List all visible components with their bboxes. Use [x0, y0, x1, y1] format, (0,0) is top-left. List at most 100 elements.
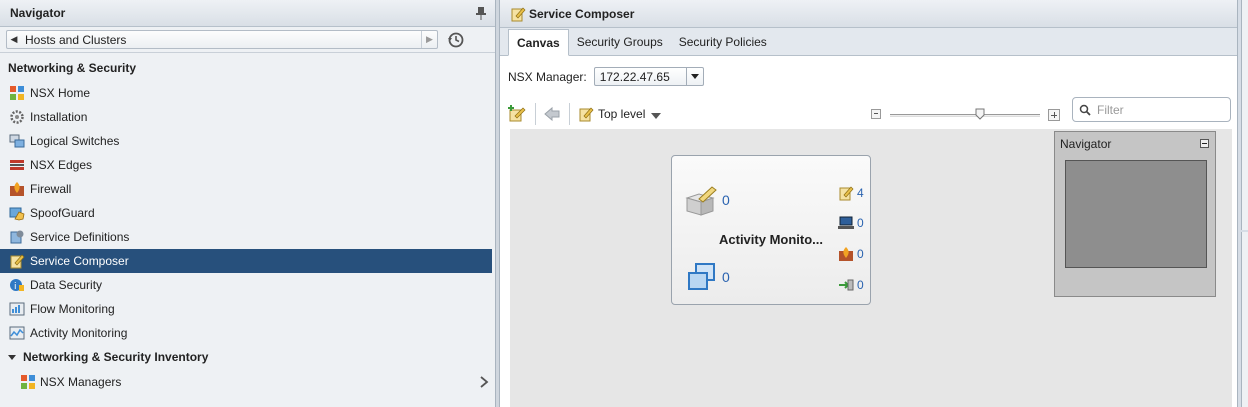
inventory-group-toggle[interactable]: Networking & Security Inventory [0, 345, 495, 369]
endpoint-icon [838, 216, 854, 229]
sidebar-item-nsx-edges[interactable]: NSX Edges [0, 153, 495, 177]
dropdown-arrow-icon[interactable] [685, 68, 703, 85]
sidebar-item-label: Service Composer [30, 254, 129, 268]
sidebar-item-label: Installation [30, 110, 88, 124]
canvas-navigator: Navigator [1054, 131, 1216, 297]
service-composer-icon [511, 6, 526, 21]
breadcrumb[interactable]: ◀ Hosts and Clusters ▶ [6, 30, 438, 49]
back-arrow-icon[interactable]: ◀ [7, 34, 21, 45]
top-level-dropdown[interactable]: Top level [578, 102, 662, 126]
zoom-slider-thumb[interactable] [975, 108, 985, 120]
nsx-manager-select[interactable]: 172.22.47.65 [593, 67, 704, 86]
sidebar-item-label: Activity Monitoring [30, 326, 128, 340]
sidebar-item-label: SpoofGuard [30, 206, 95, 220]
service-composer-panel: Service Composer Canvas Security Groups … [499, 0, 1238, 407]
sidebar-item-label: Logical Switches [30, 134, 120, 148]
guest-introspection-count[interactable]: 4 [857, 186, 864, 200]
svg-text:i: i [14, 282, 17, 292]
canvas-toolbar: Top level [508, 97, 1231, 126]
chevron-down-icon[interactable] [651, 112, 662, 119]
sidebar-item-firewall[interactable]: Firewall [0, 177, 495, 201]
toolbar-separator [569, 103, 570, 125]
collapse-icon[interactable] [1200, 139, 1209, 148]
tabs-bar: Canvas Security Groups Security Policies [500, 28, 1237, 56]
add-policy-icon[interactable] [508, 105, 526, 123]
sidebar-item-label: Service Definitions [30, 230, 130, 244]
flow-monitoring-icon [9, 302, 25, 316]
sidebar-item-label: Flow Monitoring [30, 302, 115, 316]
sidebar-item-label: Data Security [30, 278, 103, 292]
firewall-icon [10, 182, 24, 196]
pin-icon[interactable] [475, 6, 487, 20]
security-policy-icon[interactable] [685, 186, 717, 216]
canvas-navigator-viewport[interactable] [1065, 160, 1207, 268]
breadcrumb-row: ◀ Hosts and Clusters ▶ [0, 27, 495, 53]
guest-introspection-icon [839, 186, 854, 201]
section-title: Networking & Security [8, 61, 137, 75]
inventory-group-label: Networking & Security Inventory [23, 350, 209, 364]
spoofguard-icon [9, 207, 25, 221]
sidebar-item-label: NSX Home [30, 86, 91, 100]
service-composer-icon [10, 254, 25, 269]
nsx-manager-label: NSX Manager: [508, 69, 587, 84]
network-introspection-count[interactable]: 0 [857, 278, 864, 292]
sidebar-item-data-security[interactable]: i Data Security [0, 273, 495, 297]
logical-switch-icon [9, 134, 25, 148]
right-panel-top [1241, 0, 1248, 230]
chevron-right-icon[interactable] [479, 375, 489, 389]
history-icon[interactable] [447, 31, 465, 49]
sidebar-item-label: NSX Managers [40, 375, 122, 389]
sidebar-item-flow-monitoring[interactable]: Flow Monitoring [0, 297, 495, 321]
canvas-navigator-title: Navigator [1060, 137, 1112, 151]
policies-count[interactable]: 0 [722, 192, 730, 208]
sidebar-item-service-definitions[interactable]: Service Definitions [0, 225, 495, 249]
navigator-panel: Navigator ◀ Hosts and Clusters ▶ Network… [0, 0, 496, 407]
right-panel-bottom [1241, 232, 1248, 407]
firewall-count[interactable]: 0 [857, 247, 864, 261]
tab-canvas[interactable]: Canvas [508, 29, 569, 56]
tab-security-groups[interactable]: Security Groups [569, 29, 671, 55]
sidebar-item-label: Firewall [30, 182, 72, 196]
zoom-in-button[interactable] [1048, 109, 1060, 121]
page-title: Service Composer [529, 6, 635, 21]
right-panel-edge [1238, 0, 1248, 407]
firewall-icon [839, 247, 853, 261]
nsx-manager-row: NSX Manager: 172.22.47.65 [508, 67, 704, 86]
top-level-label: Top level [598, 107, 646, 121]
toolbar-separator [535, 103, 536, 125]
zoom-out-button[interactable] [871, 109, 881, 119]
sidebar-item-nsx-home[interactable]: NSX Home [0, 81, 495, 105]
nsx-managers-icon [21, 375, 35, 389]
filter-input[interactable] [1097, 102, 1222, 117]
sidebar-item-activity-monitoring[interactable]: Activity Monitoring [0, 321, 495, 345]
forward-arrow-icon[interactable]: ▶ [421, 31, 437, 48]
nsx-home-icon [10, 86, 24, 100]
sidebar-item-installation[interactable]: Installation [0, 105, 495, 129]
navigator-header: Navigator [0, 0, 495, 27]
navigator-title: Navigator [10, 6, 66, 20]
service-definitions-icon [10, 230, 24, 244]
groups-count[interactable]: 0 [722, 269, 730, 285]
zoom-slider-track[interactable] [890, 114, 1040, 117]
activity-monitoring-icon [9, 326, 25, 340]
service-composer-icon [579, 107, 594, 122]
sidebar-item-service-composer[interactable]: Service Composer [0, 249, 492, 273]
sidebar-item-nsx-managers[interactable]: NSX Managers [0, 369, 495, 395]
nsx-manager-value: 172.22.47.65 [599, 69, 670, 84]
sidebar-item-logical-switches[interactable]: Logical Switches [0, 129, 495, 153]
endpoint-count[interactable]: 0 [857, 216, 864, 230]
gears-icon [10, 110, 24, 124]
expand-triangle-icon[interactable] [8, 354, 16, 360]
sidebar-item-spoofguard[interactable]: SpoofGuard [0, 201, 495, 225]
security-group-card[interactable]: 0 4 0 0 0 Activity Monito... 0 [671, 155, 871, 305]
tab-security-policies[interactable]: Security Policies [671, 29, 775, 55]
security-group-icon[interactable] [687, 262, 717, 292]
search-icon [1079, 104, 1091, 116]
nsx-edge-icon [10, 160, 24, 170]
breadcrumb-label: Hosts and Clusters [25, 32, 127, 47]
composer-canvas[interactable]: 0 4 0 0 0 Activity Monito... 0 Navigator [510, 129, 1232, 407]
data-security-icon: i [10, 279, 24, 292]
filter-box[interactable] [1072, 97, 1231, 122]
go-back-icon[interactable] [543, 105, 561, 123]
network-introspection-icon [839, 279, 854, 291]
